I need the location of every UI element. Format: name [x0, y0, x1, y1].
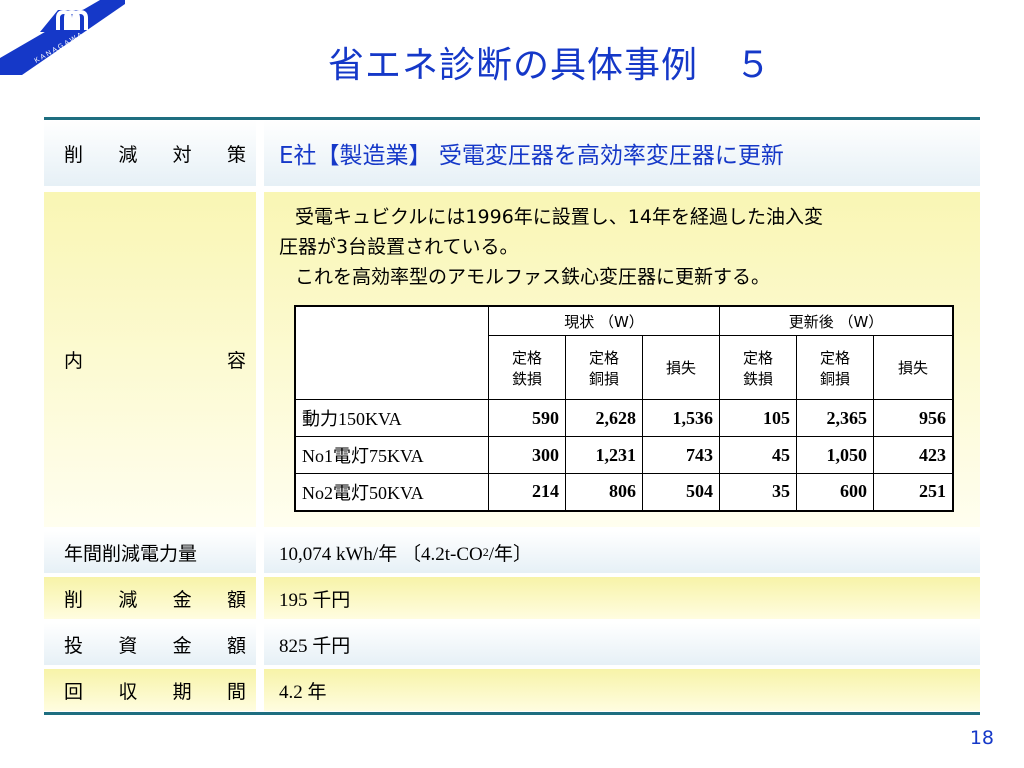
value-payback: 4.2 年 — [264, 669, 980, 711]
cell-value: 105 — [719, 399, 797, 437]
label-payback: 回 収 期 間 — [44, 669, 256, 711]
cell-value: 590 — [488, 399, 566, 437]
label-char: 削 — [64, 588, 84, 611]
content-line3: これを高効率型のアモルファス鉄心変圧器に更新する。 — [295, 266, 771, 288]
table-row: No1電灯75KVA 300 1,231 743 45 1,050 423 — [294, 436, 954, 474]
row-target: 削 減 対 策 E社【製造業】 受電変圧器を高効率変圧器に更新 — [44, 120, 980, 186]
label-char: 減 — [118, 143, 138, 166]
cell-value: 423 — [873, 436, 954, 474]
label-char: 減 — [118, 588, 138, 611]
cell-value: 504 — [642, 473, 720, 511]
row-label: No1電灯75KVA — [294, 436, 489, 474]
label-target: 削 減 対 策 — [44, 120, 256, 186]
row-payback: 回 収 期 間 4.2 年 — [44, 669, 980, 711]
row-invest: 投 資 金 額 825 千円 — [44, 623, 980, 665]
corner-cell — [294, 305, 489, 400]
row-label: No2電灯50KVA — [294, 473, 489, 511]
label-char: 額 — [226, 588, 246, 611]
label-char: 期 — [172, 680, 192, 703]
row-annual: 年間削減電力量 10,074 kWh/年 〔4.2t-CO 2/年〕 — [44, 531, 980, 573]
table-bottom-rule — [44, 712, 980, 715]
label-char: 対 — [172, 143, 192, 166]
cell-value: 1,536 — [642, 399, 720, 437]
cell-value: 600 — [796, 473, 874, 511]
annual-tail: /年〕 — [488, 543, 532, 565]
label-char: 容 — [226, 350, 246, 372]
sub-header: 定格 銅損 — [565, 335, 643, 400]
page-title: 省エネ診断の具体事例 ５ — [327, 45, 772, 86]
sub-header: 損失 — [642, 335, 720, 400]
label-char: 収 — [118, 680, 138, 703]
table-row: 動力150KVA 590 2,628 1,536 105 2,365 956 — [294, 399, 954, 437]
annual-main: 10,074 kWh/年 〔4.2t-CO — [279, 543, 483, 565]
cell-value: 956 — [873, 399, 954, 437]
label-char: 資 — [118, 634, 138, 657]
label-char: 金 — [172, 588, 192, 611]
sub-header: 定格 鉄損 — [488, 335, 566, 400]
transformer-loss-table: 現状 （W） 更新後 （W） 定格 鉄損 定格 銅損 損失 定格 鉄損 定格 銅損 損失… — [294, 305, 954, 512]
value-annual: 10,074 kWh/年 〔4.2t-CO 2/年〕 — [264, 531, 980, 573]
value-saving: 195 千円 — [264, 577, 980, 619]
group-header-updated: 更新後 （W） — [719, 305, 954, 336]
label-char: 金 — [172, 634, 192, 657]
cell-value: 35 — [719, 473, 797, 511]
label-char: 間 — [226, 680, 246, 703]
cell-value: 1,231 — [565, 436, 643, 474]
label-char: 策 — [226, 143, 246, 166]
label-invest: 投 資 金 額 — [44, 623, 256, 665]
sub-header: 定格 銅損 — [796, 335, 874, 400]
cell-value: 45 — [719, 436, 797, 474]
cell-value: 743 — [642, 436, 720, 474]
table-row: No2電灯50KVA 214 806 504 35 600 251 — [294, 473, 954, 511]
row-saving: 削 減 金 額 195 千円 — [44, 577, 980, 619]
cell-value: 1,050 — [796, 436, 874, 474]
label-annual: 年間削減電力量 — [44, 531, 256, 573]
label-char: 削 — [64, 143, 84, 166]
label-saving: 削 減 金 額 — [44, 577, 256, 619]
sub-header: 定格 鉄損 — [719, 335, 797, 400]
sub-header: 損失 — [873, 335, 954, 400]
value-invest: 825 千円 — [264, 623, 980, 665]
cell-value: 2,628 — [565, 399, 643, 437]
cell-value: 251 — [873, 473, 954, 511]
content-line2: 圧器が3台設置されている。 — [279, 236, 519, 258]
label-char: 投 — [64, 634, 84, 657]
label-char: 回 — [64, 680, 84, 703]
value-target: E社【製造業】 受電変圧器を高効率変圧器に更新 — [264, 120, 980, 186]
label-char: 額 — [226, 634, 246, 657]
cell-value: 806 — [565, 473, 643, 511]
row-label: 動力150KVA — [294, 399, 489, 437]
cell-value: 300 — [488, 436, 566, 474]
page-number: 18 — [969, 727, 994, 749]
label-char: 内 — [64, 350, 84, 372]
cell-value: 214 — [488, 473, 566, 511]
cell-value: 2,365 — [796, 399, 874, 437]
content-line1: 受電キュビクルには1996年に設置し、14年を経過した油入変 — [295, 206, 823, 228]
label-content: 内 容 — [44, 192, 256, 527]
group-header-current: 現状 （W） — [488, 305, 720, 336]
